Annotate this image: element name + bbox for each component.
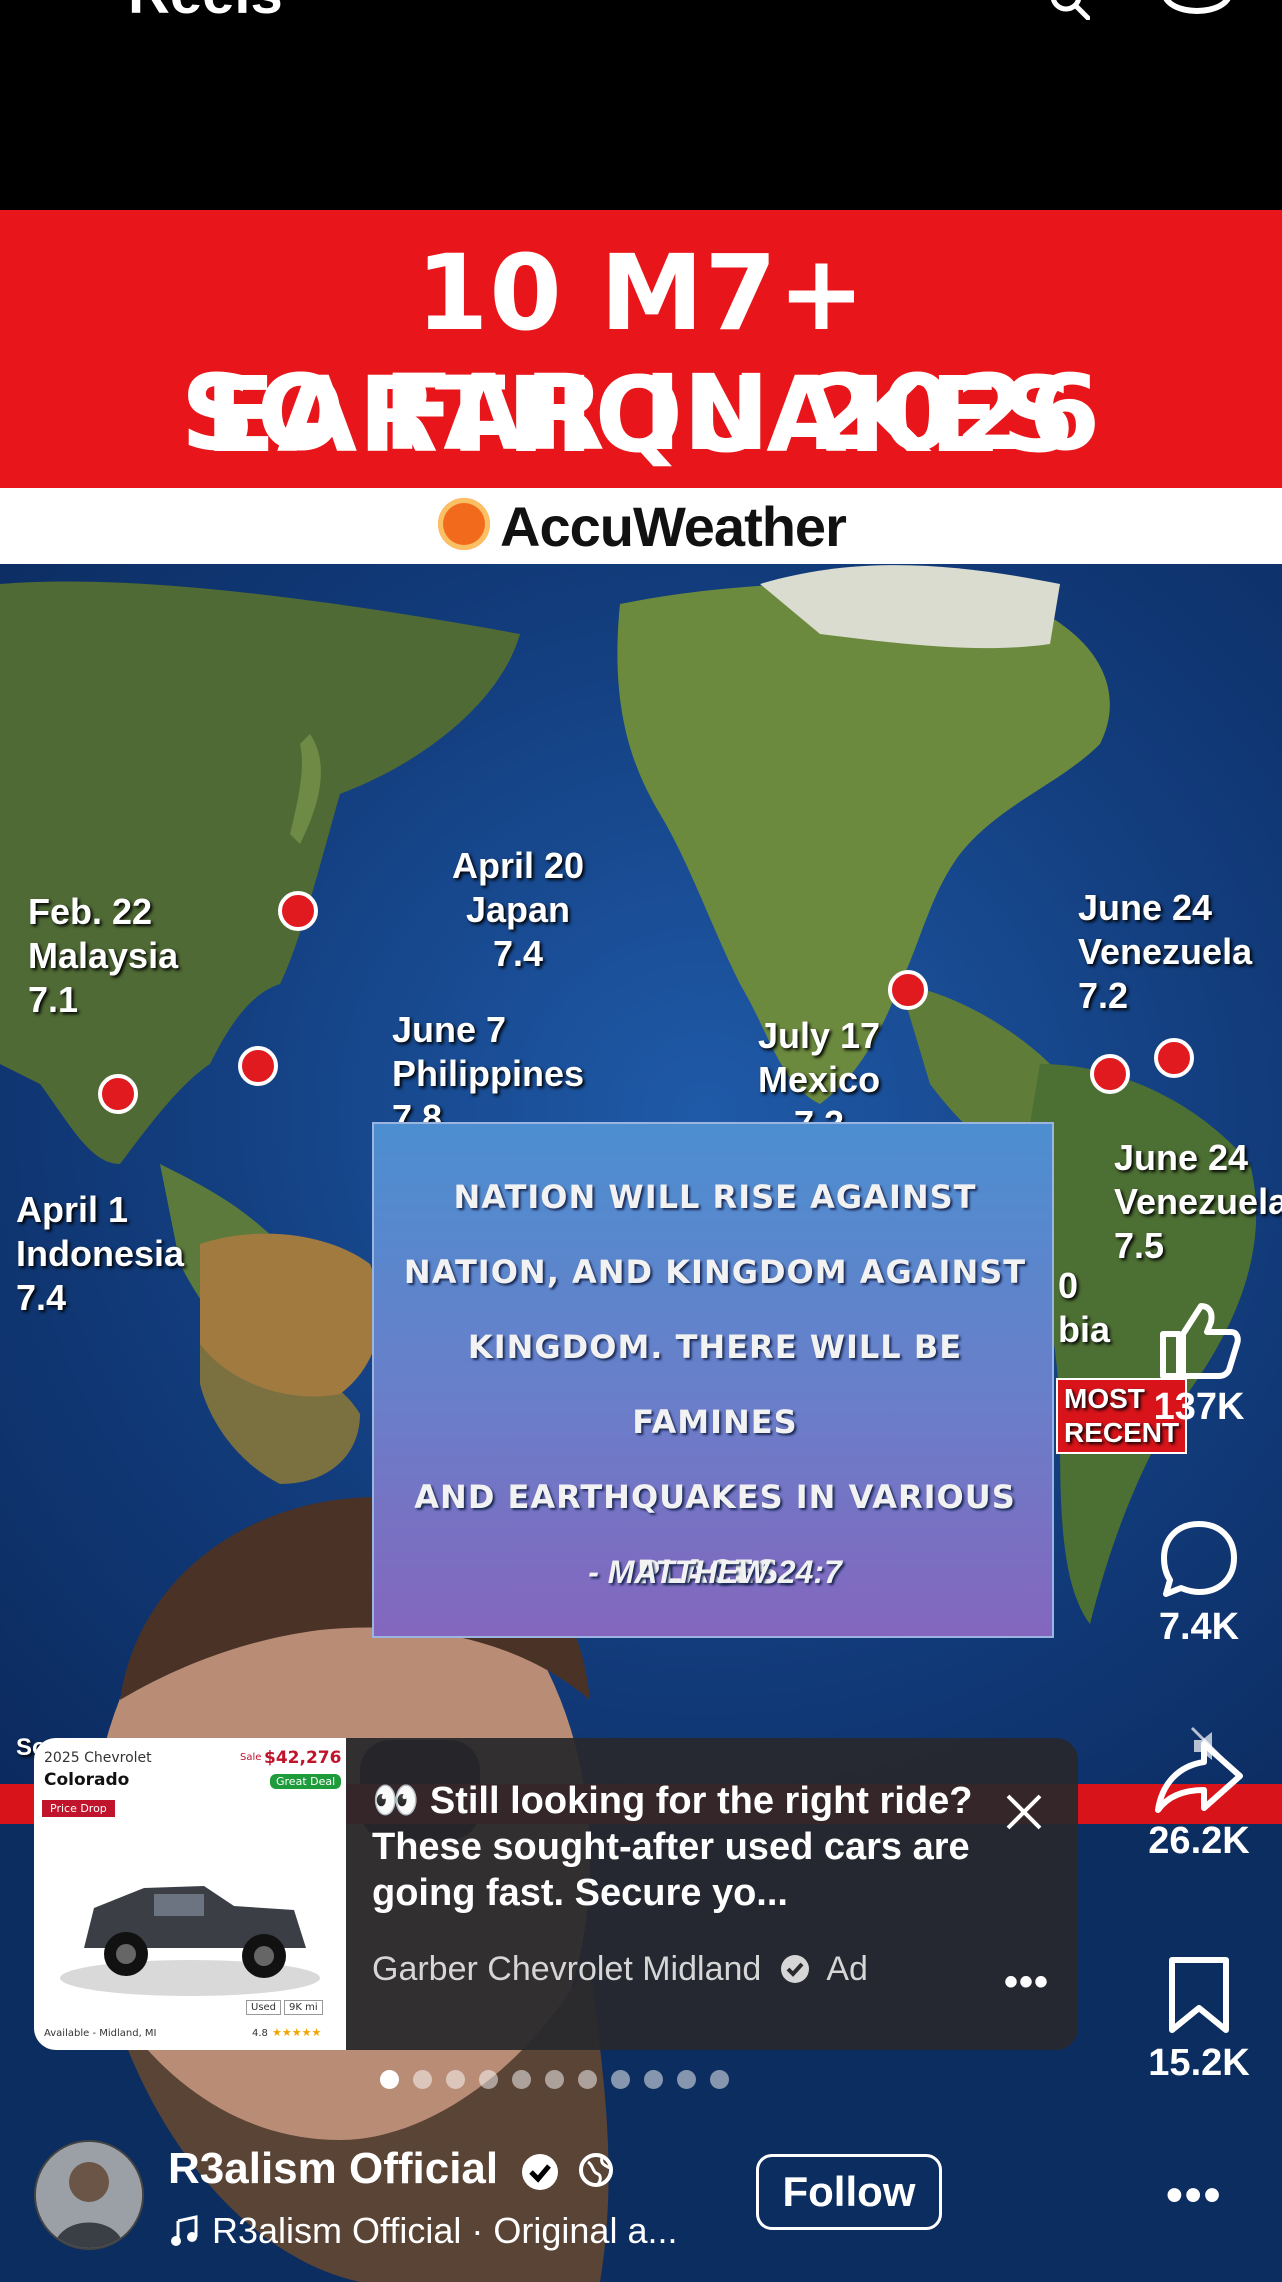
pager-dot [380, 2070, 399, 2089]
follow-button[interactable]: Follow [756, 2154, 942, 2230]
pager-dot [710, 2070, 729, 2089]
star-rating-icon: ★★★★★ [272, 2026, 322, 2039]
bookmark-icon [1169, 1957, 1229, 2033]
verified-badge-icon [522, 2154, 558, 2190]
more-options-button[interactable]: ••• [1166, 2168, 1222, 2223]
accuweather-sun-icon [438, 498, 490, 550]
pager-dot [677, 2070, 696, 2089]
pager-dot [413, 2070, 432, 2089]
author-name[interactable]: R3alism Official [168, 2144, 498, 2194]
ad-thumb-price: $42,276 [264, 1748, 342, 1768]
pager-dot [611, 2070, 630, 2089]
audio-track[interactable]: R3alism Official · Original a... [168, 2210, 677, 2252]
avatar-image [36, 2142, 142, 2248]
ad-thumb-used: Used [246, 2000, 282, 2015]
verse-card: NATION WILL RISE AGAINST NATION, AND KIN… [372, 1122, 1054, 1638]
brand-bar: AccuWeather [0, 488, 1282, 564]
truck-image [60, 1886, 320, 1996]
pager-dot [446, 2070, 465, 2089]
ad-thumb-rating: 4.8 [252, 2028, 268, 2039]
camera-icon[interactable] [1162, 0, 1232, 14]
search-icon[interactable] [1048, 0, 1090, 20]
quake-label-venezuela-2: June 24 Venezuela 7.5 [1114, 1137, 1282, 1266]
share-count: 26.2K [1148, 1820, 1250, 1862]
verified-badge-icon [780, 1955, 809, 1983]
muted-speaker-icon[interactable] [1188, 1724, 1232, 1768]
globe-icon [579, 2153, 613, 2187]
quake-label-indonesia: April 1 Indonesia 7.4 [16, 1189, 185, 1318]
ad-sponsor-name: Garber Chevrolet Midland [372, 1950, 762, 1988]
ad-sponsor-line[interactable]: Garber Chevrolet Midland Ad [372, 1950, 868, 1989]
quake-marker-japan [278, 891, 318, 931]
ad-thumbnail[interactable]: 2025 Chevrolet Colorado Sale $42,276 Gre… [34, 1738, 346, 2050]
ad-thumb-price-drop: Price Drop [42, 1800, 115, 1817]
ad-thumb-miles: 9K mi [284, 2000, 323, 2015]
close-icon[interactable] [1002, 1790, 1046, 1834]
quake-marker-mexico [888, 970, 928, 1010]
quake-marker-venezuela-2 [1090, 1054, 1130, 1094]
quake-marker-venezuela-1 [1154, 1038, 1194, 1078]
comment-button[interactable]: 7.4K [1134, 1518, 1264, 1649]
page-title: Reels [128, 0, 283, 27]
quake-marker-malaysia [98, 1074, 138, 1114]
sponsored-ad-card[interactable]: 2025 Chevrolet Colorado Sale $42,276 Gre… [34, 1738, 1078, 2050]
quake-label-japan: April 20 Japan 7.4 [452, 845, 585, 974]
comment-bubble-icon [1161, 1521, 1237, 1597]
ad-thumb-sale: Sale [240, 1752, 262, 1763]
comment-count: 7.4K [1158, 1606, 1240, 1648]
avatar[interactable] [34, 2140, 144, 2250]
thumbs-up-icon [1160, 1303, 1241, 1379]
ad-text[interactable]: 👀 Still looking for the right ride? Thes… [372, 1778, 1022, 1916]
quake-label-philippines: June 7 Philippines 7.8 [392, 1009, 585, 1138]
ad-thumb-location: Available - Midland, MI [44, 2028, 157, 2039]
ad-thumb-deal: Great Deal [270, 1774, 342, 1789]
save-button[interactable]: 15.2K [1134, 1954, 1264, 2085]
quake-label-venezuela-1: June 24 Venezuela 7.2 [1078, 887, 1253, 1016]
like-count: 137K [1153, 1386, 1245, 1428]
pager-dot [545, 2070, 564, 2089]
headline-line-2: SO FAR IN 2026 [180, 352, 1102, 474]
quake-label-malaysia: Feb. 22 Malaysia 7.1 [28, 891, 179, 1020]
quake-label-partial: 0 bia [1058, 1265, 1111, 1350]
ad-thumb-year: 2025 Chevrolet [44, 1750, 152, 1766]
pager-dot [578, 2070, 597, 2089]
verse-reference: - MATTHEW 24:7 [588, 1554, 842, 1590]
like-button[interactable]: 137K [1134, 1300, 1264, 1429]
pager-dot [512, 2070, 531, 2089]
quake-marker-philippines [238, 1046, 278, 1086]
brand-name: AccuWeather [500, 495, 847, 558]
ad-thumb-model: Colorado [44, 1770, 130, 1790]
verse-text: NATION WILL RISE AGAINST NATION, AND KIN… [403, 1178, 1027, 1591]
ad-label: Ad [826, 1950, 868, 1988]
top-bar: Reels [0, 0, 1282, 210]
pager-dot [644, 2070, 663, 2089]
ad-more-options-button[interactable]: ••• [1004, 1960, 1049, 2005]
save-count: 15.2K [1148, 2042, 1250, 2084]
headline-banner: 10 M7+ EARTHQUAKES SO FAR IN 2026 [0, 210, 1282, 488]
music-note-icon [171, 2215, 198, 2246]
pager-dot [479, 2070, 498, 2089]
carousel-pager [380, 2070, 729, 2094]
audio-track-label: R3alism Official · Original a... [212, 2210, 678, 2251]
